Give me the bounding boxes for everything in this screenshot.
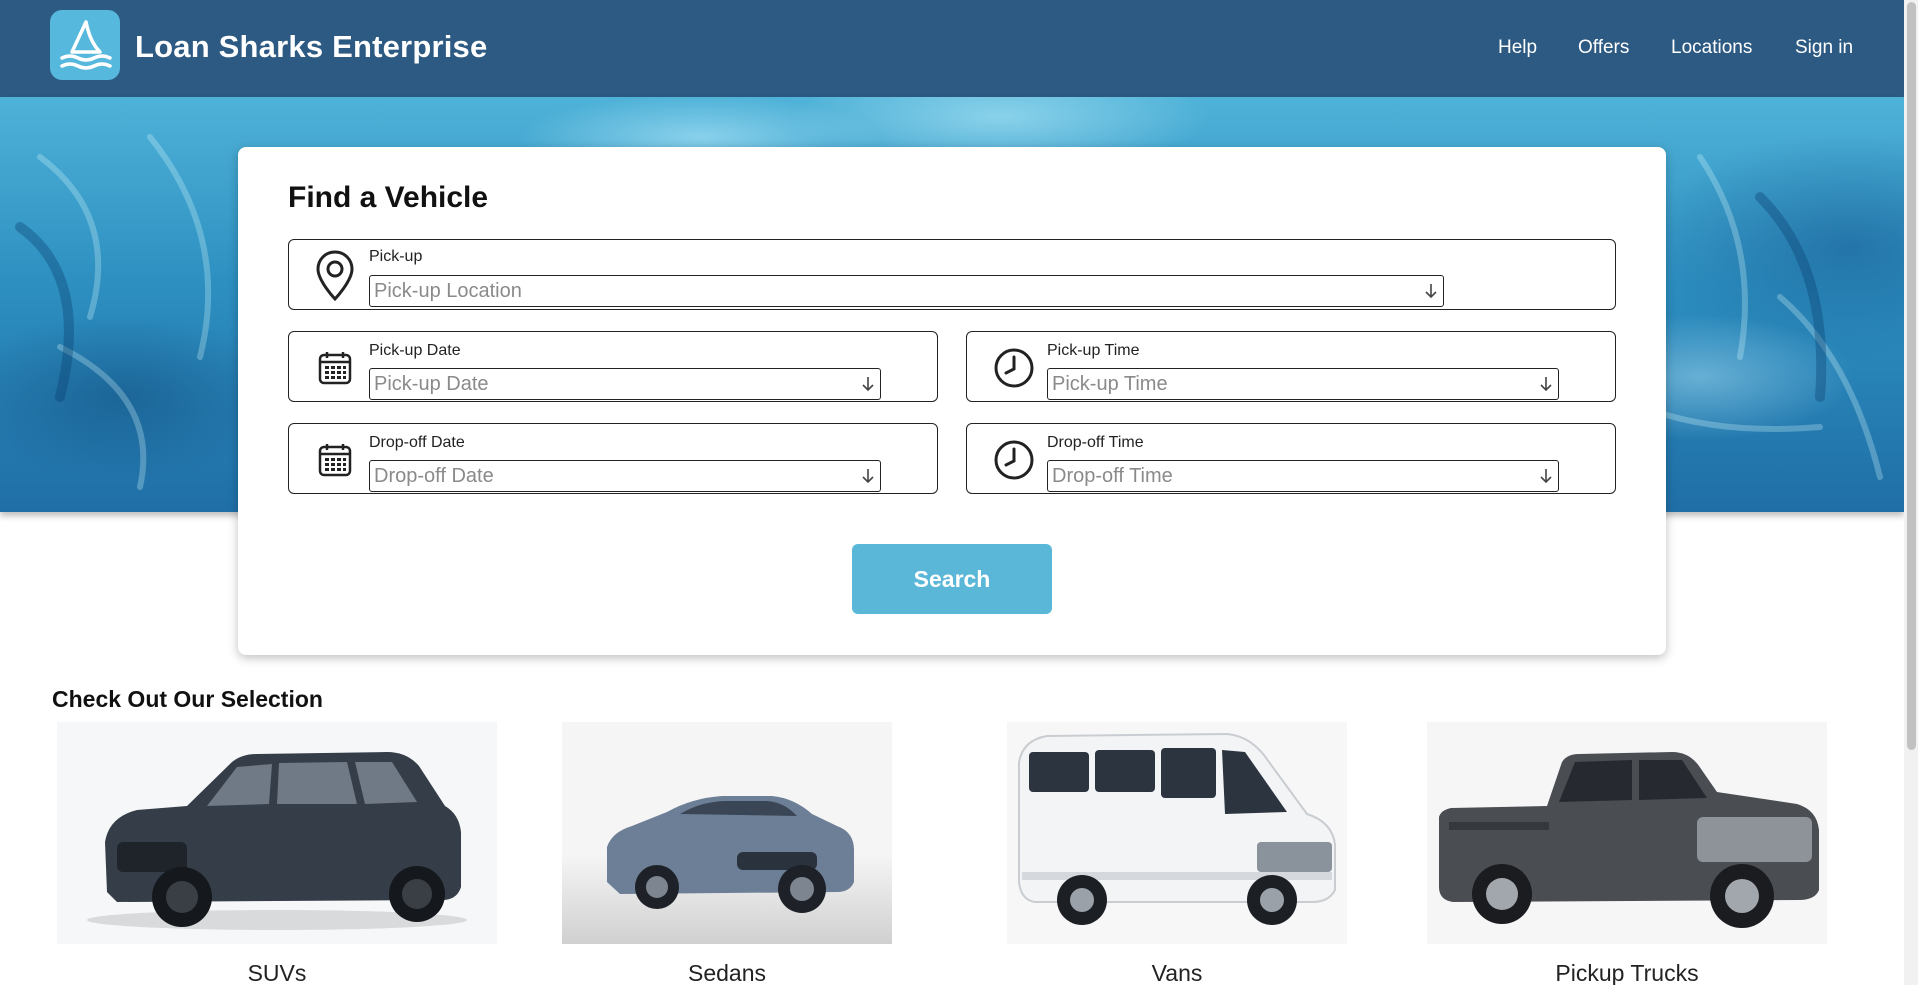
pickup-time-select[interactable]: Pick-up Time xyxy=(1047,368,1559,400)
pickup-time-label: Pick-up Time xyxy=(1047,342,1140,359)
pickup-date-field: Pick-up Date Pick-up Date xyxy=(288,331,938,402)
dropoff-date-field: Drop-off Date Drop-off Date xyxy=(288,423,938,494)
nav-offers[interactable]: Offers xyxy=(1578,37,1629,59)
calendar-icon xyxy=(318,352,352,385)
find-vehicle-card: Find a Vehicle Pick-up Pick-up Location xyxy=(238,147,1666,655)
clock-icon xyxy=(994,348,1034,388)
dropoff-time-field: Drop-off Time Drop-off Time xyxy=(966,423,1616,494)
suv-image xyxy=(57,722,497,944)
search-button[interactable]: Search xyxy=(852,544,1052,614)
dropoff-date-placeholder: Drop-off Date xyxy=(374,465,494,487)
calendar-icon xyxy=(318,444,352,477)
pickup-location-placeholder: Pick-up Location xyxy=(374,280,522,302)
van-image xyxy=(1007,722,1347,944)
dropoff-time-select[interactable]: Drop-off Time xyxy=(1047,460,1559,492)
van-illustration xyxy=(1018,732,1336,925)
brand-name[interactable]: Loan Sharks Enterprise xyxy=(135,29,487,65)
selection-title: Check Out Our Selection xyxy=(52,686,323,712)
pickup-date-select[interactable]: Pick-up Date xyxy=(369,368,881,400)
sedan-illustration xyxy=(607,796,854,913)
pickup-location-select[interactable]: Pick-up Location xyxy=(369,275,1444,307)
pickup-truck-image xyxy=(1427,722,1827,944)
pickup-date-label: Pick-up Date xyxy=(369,342,461,359)
dropoff-date-select[interactable]: Drop-off Date xyxy=(369,460,881,492)
site-header: Loan Sharks Enterprise Help Offers Locat… xyxy=(0,0,1904,97)
vehicle-label-vans: Vans xyxy=(1151,960,1203,985)
scrollbar-thumb[interactable] xyxy=(1907,2,1916,750)
dropoff-time-placeholder: Drop-off Time xyxy=(1052,465,1173,487)
suv-illustration xyxy=(87,752,467,930)
pickup-truck-illustration xyxy=(1439,752,1819,928)
arrow-down-icon xyxy=(862,469,874,484)
vehicle-label-suvs: SUVs xyxy=(247,960,307,985)
vehicle-label-sedans: Sedans xyxy=(687,960,766,985)
nav-help[interactable]: Help xyxy=(1498,37,1537,59)
vehicle-label-pickup-trucks: Pickup Trucks xyxy=(1555,960,1699,985)
clock-icon xyxy=(994,440,1034,480)
page-scrollbar[interactable] xyxy=(1904,0,1918,985)
sedan-image xyxy=(562,722,892,944)
dropoff-date-label: Drop-off Date xyxy=(369,434,465,451)
pickup-location-field: Pick-up Pick-up Location xyxy=(288,239,1616,310)
arrow-down-icon xyxy=(1425,284,1437,299)
arrow-down-icon xyxy=(1540,377,1552,392)
nav-sign-in[interactable]: Sign in xyxy=(1795,37,1853,59)
map-pin-icon xyxy=(316,250,354,302)
pickup-label: Pick-up xyxy=(369,248,423,265)
nav-locations[interactable]: Locations xyxy=(1671,37,1752,59)
dropoff-time-label: Drop-off Time xyxy=(1047,434,1144,451)
logo[interactable] xyxy=(50,10,120,80)
pickup-time-field: Pick-up Time Pick-up Time xyxy=(966,331,1616,402)
pickup-date-placeholder: Pick-up Date xyxy=(374,373,489,395)
pickup-time-placeholder: Pick-up Time xyxy=(1052,373,1168,395)
arrow-down-icon xyxy=(862,377,874,392)
arrow-down-icon xyxy=(1540,469,1552,484)
shark-fin-waves-icon xyxy=(60,20,112,70)
card-title: Find a Vehicle xyxy=(288,181,489,214)
